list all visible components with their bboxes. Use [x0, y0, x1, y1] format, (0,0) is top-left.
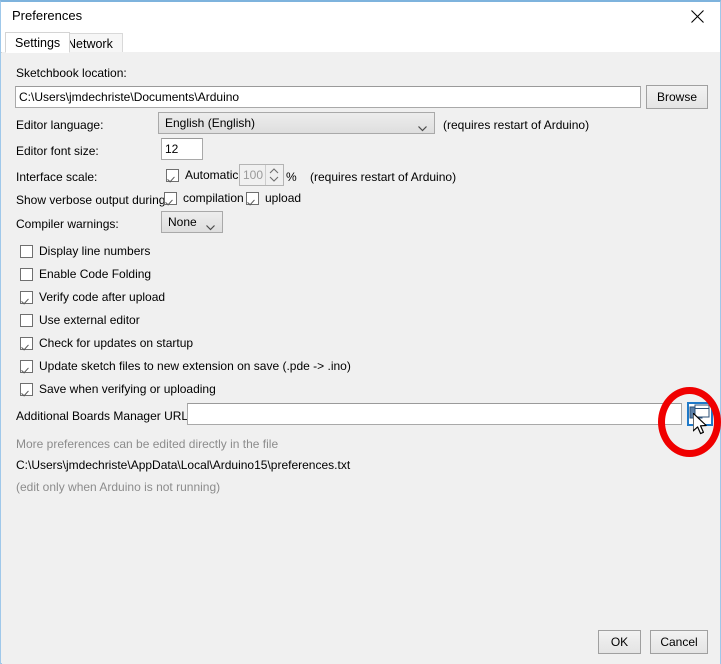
chevron-down-icon: [206, 220, 215, 234]
window-title: Preferences: [12, 8, 83, 23]
checkbox-label: Use external editor: [39, 313, 140, 327]
chevron-down-icon: [418, 121, 427, 135]
editor-font-size-label: Editor font size:: [16, 144, 99, 158]
tab-settings[interactable]: Settings: [5, 32, 71, 53]
editor-language-restart-note: (requires restart of Arduino): [443, 118, 590, 132]
boards-manager-urls-expand-button[interactable]: [687, 402, 713, 426]
checkbox-box: [20, 336, 33, 350]
checkbox-enable-code-folding[interactable]: Enable Code Folding: [20, 265, 151, 283]
more-preferences-note: More preferences can be edited directly …: [16, 437, 279, 451]
interface-scale-label: Interface scale:: [16, 170, 98, 184]
verbose-compilation-checkbox[interactable]: compilation: [164, 189, 244, 207]
editor-font-size-input[interactable]: [161, 138, 203, 160]
cancel-button[interactable]: Cancel: [650, 630, 708, 654]
interface-scale-stepper[interactable]: 100: [239, 164, 284, 186]
checkbox-display-line-numbers[interactable]: Display line numbers: [20, 242, 150, 260]
stepper-arrows-icon: [265, 165, 282, 185]
boards-manager-urls-label: Additional Boards Manager URLs:: [16, 409, 198, 423]
checkbox-box: [20, 267, 33, 281]
checkbox-box: [166, 168, 179, 182]
preferences-window: Preferences Settings Network Sketchbook …: [0, 0, 721, 664]
verbose-output-label: Show verbose output during:: [16, 193, 169, 207]
editor-language-select[interactable]: English (English): [158, 112, 435, 134]
editor-language-value: English (English): [165, 116, 256, 130]
verbose-upload-label: upload: [265, 191, 302, 205]
editor-language-label: Editor language:: [16, 118, 104, 132]
checkbox-box: [20, 290, 33, 304]
checkbox-box: [164, 191, 177, 205]
tab-strip: Settings Network: [1, 30, 720, 53]
checkbox-label: Check for updates on startup: [39, 336, 194, 350]
checkbox-label: Save when verifying or uploading: [39, 382, 216, 396]
checkbox-use-external-editor[interactable]: Use external editor: [20, 311, 140, 329]
close-icon: [690, 9, 704, 23]
title-bar: Preferences: [1, 2, 720, 30]
checkbox-box: [20, 313, 33, 327]
checkbox-box: [20, 244, 33, 258]
window-expand-icon: [689, 404, 711, 427]
checkbox-save-when-verifying-or-uploading[interactable]: Save when verifying or uploading: [20, 380, 216, 398]
edit-warning-note: (edit only when Arduino is not running): [16, 480, 221, 494]
preferences-file-path: C:\Users\jmdechriste\AppData\Local\Ardui…: [16, 458, 351, 472]
checkbox-verify-code-after-upload[interactable]: Verify code after upload: [20, 288, 165, 306]
interface-scale-value: 100: [242, 168, 263, 182]
compiler-warnings-label: Compiler warnings:: [16, 217, 119, 231]
compiler-warnings-value: None: [168, 215, 197, 229]
verbose-upload-checkbox[interactable]: upload: [246, 189, 301, 207]
checkbox-update-sketch-files-extension[interactable]: Update sketch files to new extension on …: [20, 357, 351, 375]
browse-button[interactable]: Browse: [646, 85, 708, 109]
ok-button[interactable]: OK: [598, 630, 641, 654]
tab-network-label: Network: [67, 37, 113, 51]
checkbox-box: [246, 191, 259, 205]
settings-panel: Sketchbook location: Browse Editor langu…: [2, 52, 720, 664]
interface-scale-automatic-checkbox[interactable]: Automatic: [166, 166, 238, 184]
verbose-compilation-label: compilation: [183, 191, 244, 205]
close-button[interactable]: [674, 2, 720, 30]
checkbox-check-for-updates-on-startup[interactable]: Check for updates on startup: [20, 334, 193, 352]
interface-scale-automatic-label: Automatic: [185, 168, 239, 182]
checkbox-box: [20, 382, 33, 396]
interface-scale-restart-note: (requires restart of Arduino): [310, 170, 457, 184]
interface-scale-percent: %: [286, 170, 297, 184]
checkbox-box: [20, 359, 33, 373]
checkbox-label: Enable Code Folding: [39, 267, 152, 281]
checkbox-label: Verify code after upload: [39, 290, 166, 304]
sketchbook-location-label: Sketchbook location:: [16, 66, 127, 80]
compiler-warnings-select[interactable]: None: [161, 211, 223, 233]
tab-settings-label: Settings: [15, 36, 61, 50]
sketchbook-location-input[interactable]: [15, 86, 641, 108]
checkbox-label: Update sketch files to new extension on …: [39, 359, 351, 373]
checkbox-label: Display line numbers: [39, 244, 151, 258]
boards-manager-urls-input[interactable]: [187, 403, 682, 425]
